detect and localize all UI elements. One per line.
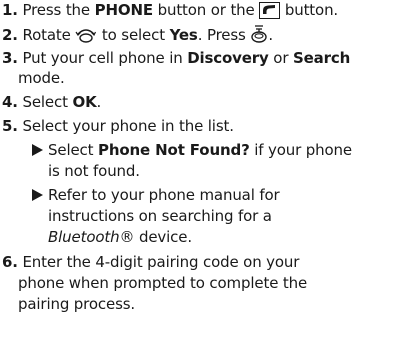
sub-item-refer-manual-line3: Bluetooth® device.: [48, 228, 192, 246]
step-number: 1.: [2, 1, 18, 19]
step-5: 5. Select your phone in the list.: [2, 117, 234, 135]
step-number: 6.: [2, 253, 18, 271]
press-knob-icon: [250, 25, 268, 50]
step-number: 3.: [2, 49, 18, 67]
step-4: 4. Select OK.: [2, 93, 102, 111]
step-3-continued: mode.: [18, 69, 65, 87]
step-number: 2.: [2, 26, 18, 44]
step-3: 3. Put your cell phone in Discovery or S…: [2, 49, 351, 67]
step-number: 4.: [2, 93, 18, 111]
step-6-line3: pairing process.: [18, 295, 136, 313]
step-6-line2: phone when prompted to complete the: [18, 274, 308, 292]
step-2: 2. Rotate to select Yes. Press .: [2, 25, 394, 50]
right-triangle-icon: [32, 189, 43, 201]
sub-item-phone-not-found: Select Phone Not Found? if your phone: [32, 141, 394, 161]
rotate-knob-icon: [75, 26, 97, 50]
sub-item-refer-manual-line2: instructions on searching for a: [48, 207, 272, 225]
step-number: 5.: [2, 117, 18, 135]
step-6: 6. Enter the 4-digit pairing code on you…: [2, 253, 300, 271]
right-triangle-icon: [32, 144, 43, 156]
phone-label: PHONE: [94, 1, 154, 19]
phone-handset-icon: [259, 2, 281, 19]
step-1: 1. Press the PHONE button or the button.: [2, 1, 339, 19]
sub-item-phone-not-found-continued: is not found.: [48, 162, 140, 180]
sub-item-refer-manual: Refer to your phone manual for: [32, 186, 394, 206]
